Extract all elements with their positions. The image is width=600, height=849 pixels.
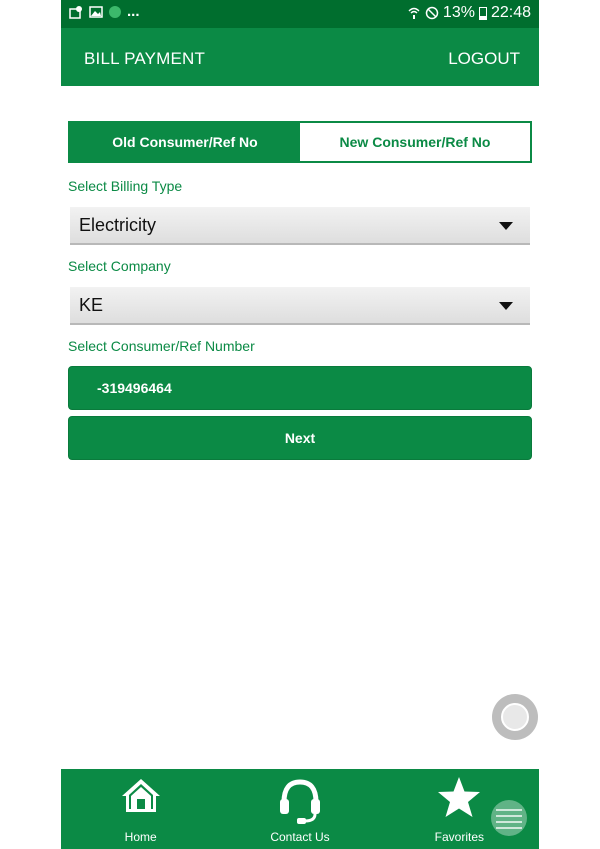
- consumer-ref-select[interactable]: -319496464: [68, 366, 532, 410]
- billing-type-select[interactable]: Electricity: [70, 207, 530, 245]
- company-select[interactable]: KE: [70, 287, 530, 325]
- star-icon: [438, 777, 481, 817]
- tab-new-consumer[interactable]: New Consumer/Ref No: [300, 123, 530, 161]
- more-notifications: ...: [127, 3, 140, 20]
- nav-contact-us-label: Contact Us: [270, 830, 330, 844]
- headset-icon: [279, 779, 320, 824]
- assistive-touch-button[interactable]: [492, 694, 538, 740]
- image-icon: [89, 6, 103, 18]
- home-icon: [121, 779, 160, 812]
- nav-home[interactable]: Home: [61, 769, 220, 849]
- company-value: KE: [79, 294, 104, 315]
- location-settings-icon: [69, 6, 82, 19]
- wifi-call-icon: [408, 7, 420, 19]
- dropdown-arrow-icon: [499, 302, 513, 310]
- status-notifications: ...: [69, 3, 140, 20]
- page-title: BILL PAYMENT: [84, 49, 206, 68]
- app-notification-icon: [109, 6, 121, 18]
- do-not-disturb-icon: [425, 6, 439, 20]
- floating-menu-icon[interactable]: [491, 800, 527, 836]
- assistive-touch-icon: [501, 703, 529, 731]
- clock: 22:48: [490, 4, 531, 21]
- status-system: 13% 22:48: [407, 4, 531, 22]
- nav-contact-us[interactable]: Contact Us: [220, 769, 379, 849]
- consumer-type-tabs: Old Consumer/Ref No New Consumer/Ref No: [68, 121, 532, 163]
- nav-home-label: Home: [124, 830, 157, 844]
- bottom-nav: Home Contact Us Favorites: [61, 769, 539, 849]
- consumer-ref-label: Select Consumer/Ref Number: [68, 338, 255, 354]
- tab-old-consumer[interactable]: Old Consumer/Ref No: [70, 123, 300, 161]
- app-header: BILL PAYMENT LOGOUT: [61, 28, 539, 86]
- next-button[interactable]: Next: [68, 416, 532, 460]
- billing-type-value: Electricity: [79, 214, 157, 235]
- status-bar: ... 13% 22:48: [61, 0, 539, 28]
- billing-type-label: Select Billing Type: [68, 178, 183, 194]
- company-label: Select Company: [68, 258, 171, 274]
- battery-percent: 13%: [442, 4, 475, 21]
- app-screen: ... 13% 22:48 BILL PAYMENT LOGOUT Old Co…: [61, 0, 539, 849]
- battery-icon: [478, 6, 487, 20]
- logout-button[interactable]: LOGOUT: [448, 49, 520, 69]
- consumer-ref-value: -319496464: [97, 380, 172, 396]
- dropdown-arrow-icon: [499, 222, 513, 230]
